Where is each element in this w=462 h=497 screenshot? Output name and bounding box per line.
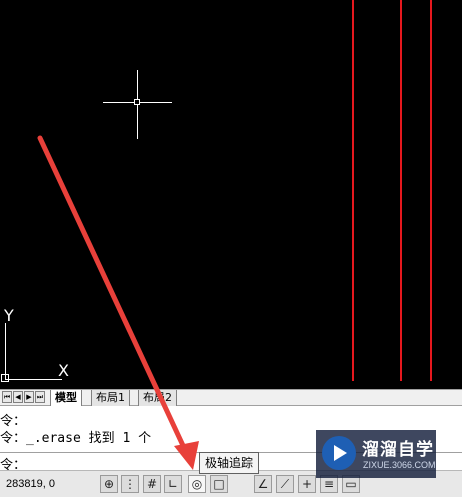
polar-tracking-icon[interactable]: ◎ (188, 475, 206, 493)
next-tab-button[interactable]: ▶ (24, 391, 34, 403)
ortho-mode-icon[interactable]: ∟ (164, 475, 182, 493)
ucs-x-axis (5, 379, 62, 380)
tab-layout2[interactable]: 布局2 (138, 390, 177, 406)
ucs-origin (1, 374, 9, 382)
play-logo-icon (322, 436, 356, 470)
tab-layout1[interactable]: 布局1 (91, 390, 130, 406)
last-tab-button[interactable]: ⏭ (35, 391, 45, 403)
drawing-canvas[interactable]: Y X (0, 0, 462, 389)
coordinate-readout[interactable]: 283819, 0 (6, 478, 55, 490)
watermark-title: 溜溜自学 (362, 440, 434, 460)
snap-infer-icon[interactable]: ⊕ (100, 475, 118, 493)
ucs-y-label: Y (4, 306, 14, 325)
dynamic-ucs-icon[interactable]: ⟋ (276, 475, 294, 493)
grid-display-icon[interactable]: # (143, 475, 161, 493)
pickbox (134, 99, 140, 105)
drawing-line[interactable] (430, 0, 432, 381)
snap-mode-icon[interactable]: ⋮ (121, 475, 139, 493)
ucs-x-label: X (58, 361, 69, 380)
watermark-url: ZIXUE.3066.COM (363, 460, 436, 470)
tab-model[interactable]: 模型 (50, 390, 82, 406)
object-snap-icon[interactable]: □ (210, 475, 228, 493)
polar-tracking-tooltip: 极轴追踪 (199, 452, 259, 474)
drawing-line[interactable] (352, 0, 354, 381)
ucs-y-axis (5, 323, 6, 380)
layout-tab-bar: ⏮ ◀ ▶ ⏭ 模型 布局1 布局2 (0, 389, 462, 406)
drawing-line[interactable] (400, 0, 402, 381)
first-tab-button[interactable]: ⏮ (2, 391, 12, 403)
prev-tab-button[interactable]: ◀ (13, 391, 23, 403)
command-history-line: 令：_.erase 找到 1 个 (0, 431, 152, 446)
dynamic-input-icon[interactable]: + (298, 475, 316, 493)
watermark-logo: 溜溜自学 ZIXUE.3066.COM (316, 430, 436, 478)
object-snap-tracking-icon[interactable]: ∠ (254, 475, 272, 493)
